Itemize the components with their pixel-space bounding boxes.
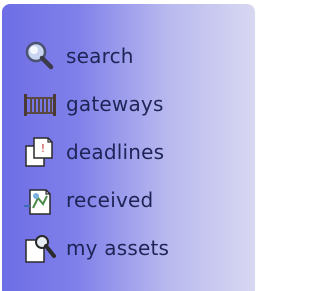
- gate-icon: [22, 88, 58, 120]
- svg-text:!: !: [41, 142, 45, 155]
- sidebar-item-label: my assets: [66, 236, 170, 260]
- sidebar-item-gateways[interactable]: gateways: [22, 80, 169, 128]
- deadline-document-icon: !: [22, 136, 58, 168]
- sidebar-item-deadlines[interactable]: ! deadlines: [22, 128, 169, 176]
- sidebar-item-label: search: [66, 44, 134, 68]
- sidebar-item-label: gateways: [66, 92, 164, 116]
- assets-document-icon: [22, 232, 58, 264]
- sidebar-item-search[interactable]: search: [22, 32, 169, 80]
- received-document-icon: [22, 184, 58, 216]
- sidebar-item-label: received: [66, 188, 154, 212]
- sidebar-item-received[interactable]: received: [22, 176, 169, 224]
- sidebar-item-label: deadlines: [66, 140, 165, 164]
- sidebar-menu: search gateways ! deadlines received my …: [22, 32, 169, 272]
- sidebar-item-my-assets[interactable]: my assets: [22, 224, 169, 272]
- magnifier-icon: [22, 40, 58, 72]
- sidebar-panel: search gateways ! deadlines received my …: [2, 4, 255, 291]
